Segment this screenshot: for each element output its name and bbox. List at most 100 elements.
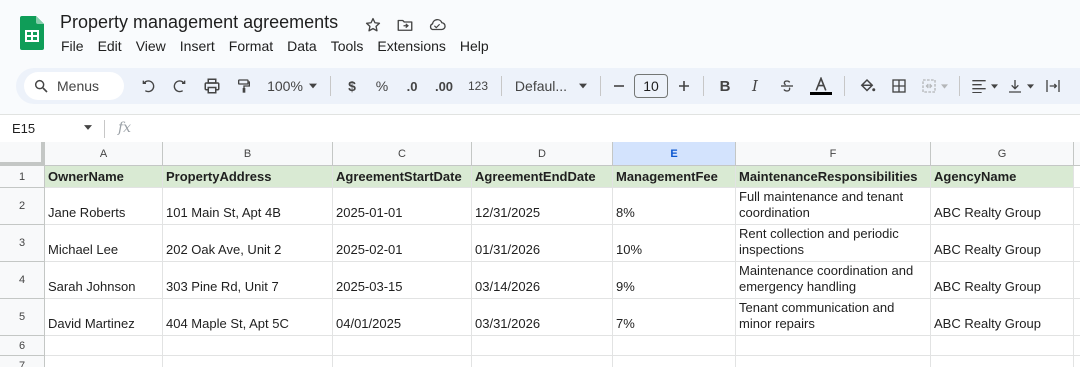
table-cell[interactable]	[163, 336, 333, 356]
table-cell[interactable]	[472, 356, 613, 367]
table-cell[interactable]: 04/01/2025	[333, 299, 472, 336]
table-cell[interactable]	[1074, 225, 1080, 262]
table-cell[interactable]	[613, 336, 736, 356]
row-header-6[interactable]: 6	[0, 336, 45, 356]
select-all-corner[interactable]	[0, 142, 45, 166]
table-cell[interactable]: ABC Realty Group	[931, 188, 1074, 225]
zoom-select[interactable]: 100%	[260, 72, 324, 100]
font-size-increase-icon[interactable]	[671, 72, 697, 100]
menu-view[interactable]: View	[136, 38, 173, 54]
header-cell[interactable]: PropertyAddress	[163, 166, 333, 188]
table-cell[interactable]: 404 Maple St, Apt 5C	[163, 299, 333, 336]
table-cell[interactable]: 101 Main St, Apt 4B	[163, 188, 333, 225]
currency-format-button[interactable]: $	[337, 72, 367, 100]
menu-help[interactable]: Help	[460, 38, 496, 54]
table-cell[interactable]: Tenant communication and minor repairs	[736, 299, 931, 336]
document-title[interactable]: Property management agreements	[60, 12, 338, 33]
menu-edit[interactable]: Edit	[98, 38, 129, 54]
text-wrapping-icon[interactable]	[1038, 72, 1068, 100]
star-icon[interactable]	[362, 14, 384, 36]
table-cell[interactable]: ABC Realty Group	[931, 262, 1074, 299]
font-size-control[interactable]: 10	[631, 72, 671, 100]
column-header-d[interactable]: D	[472, 142, 613, 166]
borders-icon[interactable]	[883, 72, 915, 100]
menu-data[interactable]: Data	[287, 38, 324, 54]
column-header-b[interactable]: B	[163, 142, 333, 166]
table-cell[interactable]: 2025-01-01	[333, 188, 472, 225]
table-cell[interactable]	[333, 336, 472, 356]
table-cell[interactable]	[736, 336, 931, 356]
menu-tools[interactable]: Tools	[331, 38, 371, 54]
column-header-a[interactable]: A	[45, 142, 163, 166]
move-folder-icon[interactable]	[394, 14, 416, 36]
table-cell[interactable]: 03/14/2026	[472, 262, 613, 299]
undo-icon[interactable]	[132, 72, 164, 100]
header-cell[interactable]: ManagementFee	[613, 166, 736, 188]
cloud-saved-icon[interactable]	[426, 14, 448, 36]
table-cell[interactable]: 202 Oak Ave, Unit 2	[163, 225, 333, 262]
paint-format-icon[interactable]	[228, 72, 260, 100]
table-cell[interactable]	[45, 336, 163, 356]
decrease-decimal-button[interactable]: .0	[397, 72, 427, 100]
column-header-e[interactable]: E	[613, 142, 736, 166]
table-cell[interactable]: Full maintenance and tenant coordination	[736, 188, 931, 225]
menu-insert[interactable]: Insert	[180, 38, 222, 54]
table-cell[interactable]	[1074, 336, 1080, 356]
table-cell[interactable]	[931, 356, 1074, 367]
table-cell[interactable]: 01/31/2026	[472, 225, 613, 262]
table-cell[interactable]: 03/31/2026	[472, 299, 613, 336]
table-cell[interactable]	[1074, 356, 1080, 367]
table-cell[interactable]	[931, 336, 1074, 356]
table-cell[interactable]: 2025-03-15	[333, 262, 472, 299]
table-cell[interactable]: Jane Roberts	[45, 188, 163, 225]
menu-format[interactable]: Format	[229, 38, 280, 54]
table-cell[interactable]: Maintenance coordination and emergency h…	[736, 262, 931, 299]
table-cell[interactable]	[736, 356, 931, 367]
row-header-7[interactable]: 7	[0, 356, 45, 367]
row-header-5[interactable]: 5	[0, 299, 45, 336]
fill-color-icon[interactable]	[851, 72, 883, 100]
header-cell[interactable]: AgencyName	[931, 166, 1074, 188]
font-size-decrease-icon[interactable]	[607, 72, 631, 100]
header-cell[interactable]: OwnerName	[45, 166, 163, 188]
table-cell[interactable]	[333, 356, 472, 367]
table-cell[interactable]: 10%	[613, 225, 736, 262]
row-header-4[interactable]: 4	[0, 262, 45, 299]
table-cell[interactable]: ABC Realty Group	[931, 225, 1074, 262]
table-cell[interactable]	[1074, 262, 1080, 299]
table-cell[interactable]: David Martinez	[45, 299, 163, 336]
bold-icon[interactable]: B	[710, 72, 740, 100]
table-cell[interactable]: 7%	[613, 299, 736, 336]
number-format-button[interactable]: 123	[461, 72, 495, 100]
table-cell[interactable]	[163, 356, 333, 367]
menu-search[interactable]: Menus	[24, 72, 124, 100]
table-cell[interactable]	[1074, 166, 1080, 188]
percent-format-button[interactable]: %	[367, 72, 397, 100]
strikethrough-icon[interactable]	[770, 72, 804, 100]
row-header-1[interactable]: 1	[0, 166, 45, 188]
header-cell[interactable]: MaintenanceResponsibilities	[736, 166, 931, 188]
sheets-logo-icon[interactable]	[20, 16, 44, 50]
table-cell[interactable]: 8%	[613, 188, 736, 225]
table-cell[interactable]: 12/31/2025	[472, 188, 613, 225]
column-header-f[interactable]: F	[736, 142, 931, 166]
text-color-icon[interactable]	[804, 72, 838, 100]
column-header-c[interactable]: C	[333, 142, 472, 166]
font-size-input[interactable]: 10	[634, 74, 668, 98]
increase-decimal-button[interactable]: .00	[427, 72, 461, 100]
merge-cells-icon[interactable]	[915, 72, 953, 100]
header-cell[interactable]: AgreementStartDate	[333, 166, 472, 188]
table-cell[interactable]	[472, 336, 613, 356]
table-cell[interactable]: Michael Lee	[45, 225, 163, 262]
print-icon[interactable]	[196, 72, 228, 100]
row-header-3[interactable]: 3	[0, 225, 45, 262]
menu-extensions[interactable]: Extensions	[377, 38, 452, 54]
font-family-select[interactable]: Defaul...	[508, 72, 594, 100]
chevron-down-icon[interactable]	[84, 125, 92, 130]
menu-file[interactable]: File	[61, 38, 91, 54]
table-cell[interactable]	[45, 356, 163, 367]
horizontal-align-icon[interactable]	[966, 72, 1002, 100]
column-header-g[interactable]: G	[931, 142, 1074, 166]
table-cell[interactable]: ABC Realty Group	[931, 299, 1074, 336]
header-cell[interactable]: AgreementEndDate	[472, 166, 613, 188]
